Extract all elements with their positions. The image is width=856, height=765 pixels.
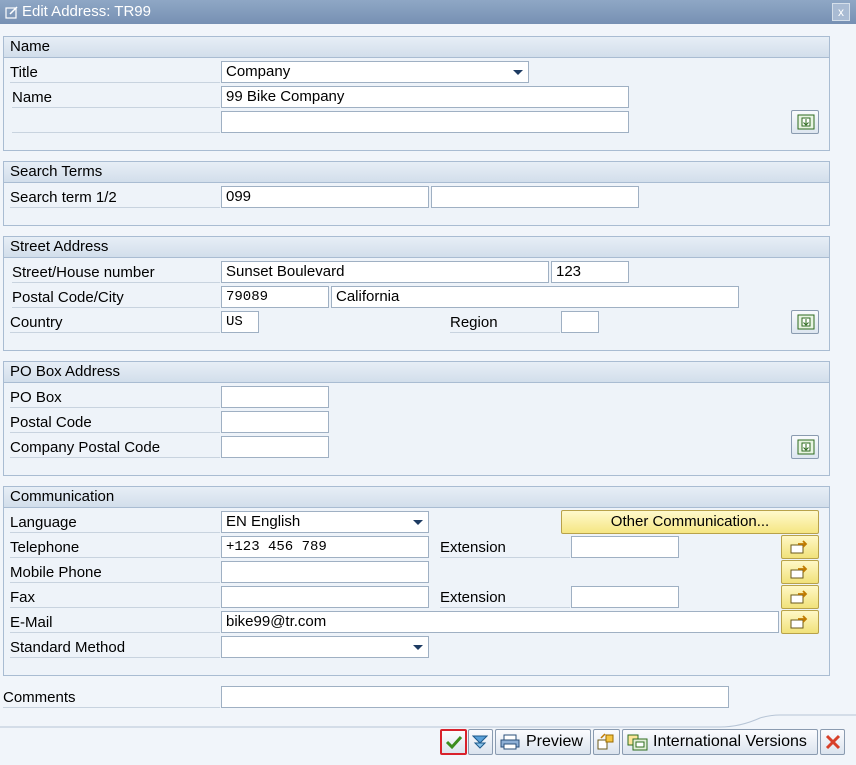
telephone-label: Telephone (10, 537, 220, 558)
title-label: Title (10, 62, 220, 83)
title-dropdown-value: Company (226, 63, 291, 80)
language-dropdown-value: EN English (226, 513, 301, 530)
country-field[interactable]: US (221, 311, 259, 333)
search-term-label: Search term 1/2 (10, 187, 220, 208)
expand-icon (797, 439, 815, 455)
fax-extension-field[interactable] (571, 586, 679, 608)
mobile-more-button[interactable] (781, 560, 819, 584)
po-box-header: PO Box Address (4, 362, 829, 383)
edit-icon (5, 5, 19, 19)
company-postal-code-field[interactable] (221, 436, 329, 458)
comments-label: Comments (3, 687, 220, 708)
filter-down-icon (472, 735, 488, 749)
name2-label-line (12, 112, 220, 133)
region-label: Region (450, 312, 560, 333)
expand-icon (797, 314, 815, 330)
telephone-more-button[interactable] (781, 535, 819, 559)
mobile-phone-field[interactable] (221, 561, 429, 583)
email-more-button[interactable] (781, 610, 819, 634)
title-dropdown[interactable]: Company (221, 61, 529, 83)
language-label: Language (10, 512, 220, 533)
forward-icon (790, 565, 808, 579)
address-tools-button[interactable] (593, 729, 620, 755)
chevron-down-icon (413, 520, 423, 525)
search-terms-header: Search Terms (4, 162, 829, 183)
forward-icon (790, 540, 808, 554)
mobile-phone-label: Mobile Phone (10, 562, 220, 583)
email-field[interactable]: bike99@tr.com (221, 611, 779, 633)
telephone-extension-field[interactable] (571, 536, 679, 558)
printer-icon (500, 734, 520, 750)
confirm-button[interactable] (440, 729, 467, 755)
window-titlebar: Edit Address: TR99 x (0, 0, 856, 24)
comments-field[interactable] (221, 686, 729, 708)
international-versions-label: International Versions (653, 733, 807, 750)
fax-more-button[interactable] (781, 585, 819, 609)
transfer-icon (597, 733, 614, 750)
street-field[interactable]: Sunset Boulevard (221, 261, 549, 283)
expand-street-button[interactable] (791, 310, 819, 334)
cancel-icon (825, 734, 841, 750)
street-label: Street/House number (12, 262, 220, 283)
telephone-extension-label: Extension (440, 537, 570, 558)
other-communication-button[interactable]: Other Communication... (561, 510, 819, 534)
name2-field[interactable] (221, 111, 629, 133)
search-term-1-field[interactable]: 099 (221, 186, 429, 208)
city-field[interactable]: California (331, 286, 739, 308)
po-box-label: PO Box (10, 387, 220, 408)
checkmark-icon (445, 735, 463, 750)
house-number-field[interactable]: 123 (551, 261, 629, 283)
name-group-header: Name (4, 37, 829, 58)
search-term-2-field[interactable] (431, 186, 639, 208)
standard-method-dropdown[interactable] (221, 636, 429, 658)
chevron-down-icon (513, 70, 523, 75)
name-field[interactable]: 99 Bike Company (221, 86, 629, 108)
country-label: Country (10, 312, 220, 333)
fax-extension-label: Extension (440, 587, 570, 608)
cancel-button[interactable] (820, 729, 845, 755)
region-field[interactable] (561, 311, 599, 333)
street-address-header: Street Address (4, 237, 829, 258)
po-postal-code-field[interactable] (221, 411, 329, 433)
communication-header: Communication (4, 487, 829, 508)
language-dropdown[interactable]: EN English (221, 511, 429, 533)
name-label: Name (12, 87, 220, 108)
close-window-button[interactable]: x (832, 3, 850, 21)
postal-city-label: Postal Code/City (12, 287, 220, 308)
po-postal-code-label: Postal Code (10, 412, 220, 433)
preview-label: Preview (526, 733, 583, 750)
dialog-content: Name Title Company Name 99 Bike Company … (0, 24, 856, 765)
forward-icon (790, 615, 808, 629)
expand-po-box-button[interactable] (791, 435, 819, 459)
footer-divider (0, 714, 856, 728)
international-versions-button[interactable]: International Versions (622, 729, 818, 755)
window-title: Edit Address: TR99 (22, 3, 151, 20)
expand-name-button[interactable] (791, 110, 819, 134)
telephone-field[interactable]: +123 456 789 (221, 536, 429, 558)
chevron-down-icon (413, 645, 423, 650)
fax-label: Fax (10, 587, 220, 608)
forward-icon (790, 590, 808, 604)
po-box-field[interactable] (221, 386, 329, 408)
preview-button[interactable]: Preview (495, 729, 591, 755)
email-label: E-Mail (10, 612, 220, 633)
company-postal-code-label: Company Postal Code (10, 437, 220, 458)
fax-field[interactable] (221, 586, 429, 608)
filter-button[interactable] (468, 729, 493, 755)
standard-method-label: Standard Method (10, 637, 220, 658)
international-versions-icon (627, 734, 648, 751)
expand-icon (797, 114, 815, 130)
postal-code-field[interactable]: 79089 (221, 286, 329, 308)
